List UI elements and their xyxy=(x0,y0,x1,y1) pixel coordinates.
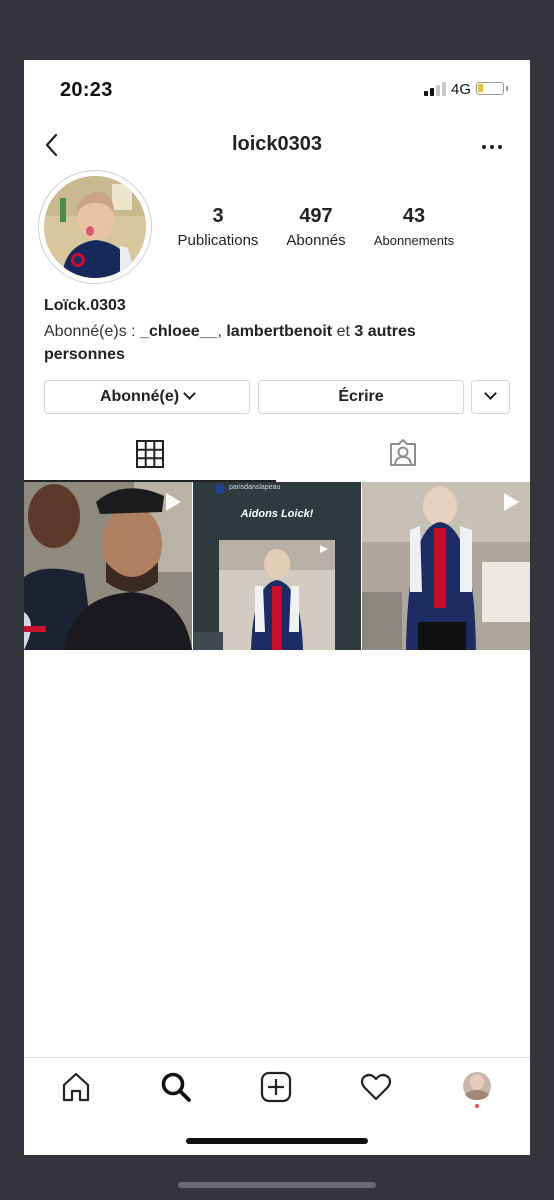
home-indicator xyxy=(186,1138,368,1144)
followed-by-text[interactable]: Abonné(e)s : _chloee__, lambertbenoit et… xyxy=(44,320,484,366)
stat-followers[interactable]: 497 Abonnés xyxy=(274,204,358,251)
following-button-label: Abonné(e) xyxy=(99,388,180,405)
signal-icon xyxy=(424,82,446,96)
followed-by-and: et xyxy=(332,323,355,340)
followed-by-user-2[interactable]: lambertbenoit xyxy=(226,323,332,340)
followed-by-separator: , xyxy=(217,323,227,340)
phone-screen: 20:23 4G loick0303 3 Publications 497 Ab… xyxy=(24,60,530,1155)
chevron-down-icon xyxy=(183,387,196,400)
grid-icon xyxy=(136,440,164,468)
chevron-down-icon xyxy=(484,387,497,400)
profile-username: loick0303 xyxy=(231,133,323,155)
suggestions-dropdown-button[interactable] xyxy=(471,380,510,414)
network-type: 4G xyxy=(451,81,472,98)
message-button-label: Écrire xyxy=(338,388,384,405)
following-count: 43 xyxy=(402,205,426,227)
tagged-icon xyxy=(390,439,416,466)
profile-header: loick0303 xyxy=(24,126,530,166)
activity-icon[interactable] xyxy=(359,1070,393,1104)
story-caption: Aidons Loick! xyxy=(240,508,314,520)
battery-icon xyxy=(476,82,508,95)
more-options-button[interactable] xyxy=(480,134,504,158)
home-icon[interactable] xyxy=(59,1070,93,1104)
status-time: 20:23 xyxy=(60,79,113,101)
profile-icon[interactable] xyxy=(460,1070,494,1108)
tab-tagged[interactable] xyxy=(278,432,530,482)
profile-tabs xyxy=(24,432,530,483)
posts-grid: parisdanslapeau Aidons Loick! xyxy=(24,482,530,650)
followed-by-user-1[interactable]: _chloee__ xyxy=(140,323,217,340)
profile-avatar[interactable] xyxy=(38,170,152,284)
screenshot-scroll-indicator xyxy=(178,1182,376,1188)
posts-label: Publications xyxy=(177,232,259,249)
video-icon xyxy=(320,545,328,553)
followers-label: Abonnés xyxy=(286,232,346,249)
stat-posts[interactable]: 3 Publications xyxy=(170,204,266,251)
message-button[interactable]: Écrire xyxy=(258,380,464,414)
avatar-photo xyxy=(44,176,146,278)
post-thumbnail-3[interactable] xyxy=(362,482,530,650)
post-thumbnail-1[interactable] xyxy=(24,482,192,650)
story-account-label: parisdanslapeau xyxy=(229,484,281,491)
tab-grid[interactable] xyxy=(24,432,276,482)
following-button[interactable]: Abonné(e) xyxy=(44,380,250,414)
new-post-icon[interactable] xyxy=(259,1070,293,1104)
stat-following[interactable]: 43 Abonnements xyxy=(366,204,462,251)
search-icon[interactable] xyxy=(159,1070,193,1104)
followers-count: 497 xyxy=(299,205,333,227)
followed-by-prefix: Abonné(e)s : xyxy=(44,323,141,340)
bottom-navigation xyxy=(24,1057,530,1155)
posts-count: 3 xyxy=(212,205,224,227)
video-icon xyxy=(504,493,519,511)
following-label: Abonnements xyxy=(373,233,455,248)
profile-display-name: Loïck.0303 xyxy=(44,297,126,314)
video-icon xyxy=(166,493,181,511)
status-bar: 20:23 4G xyxy=(24,60,530,120)
post-thumbnail-2[interactable]: parisdanslapeau Aidons Loick! xyxy=(193,482,361,650)
